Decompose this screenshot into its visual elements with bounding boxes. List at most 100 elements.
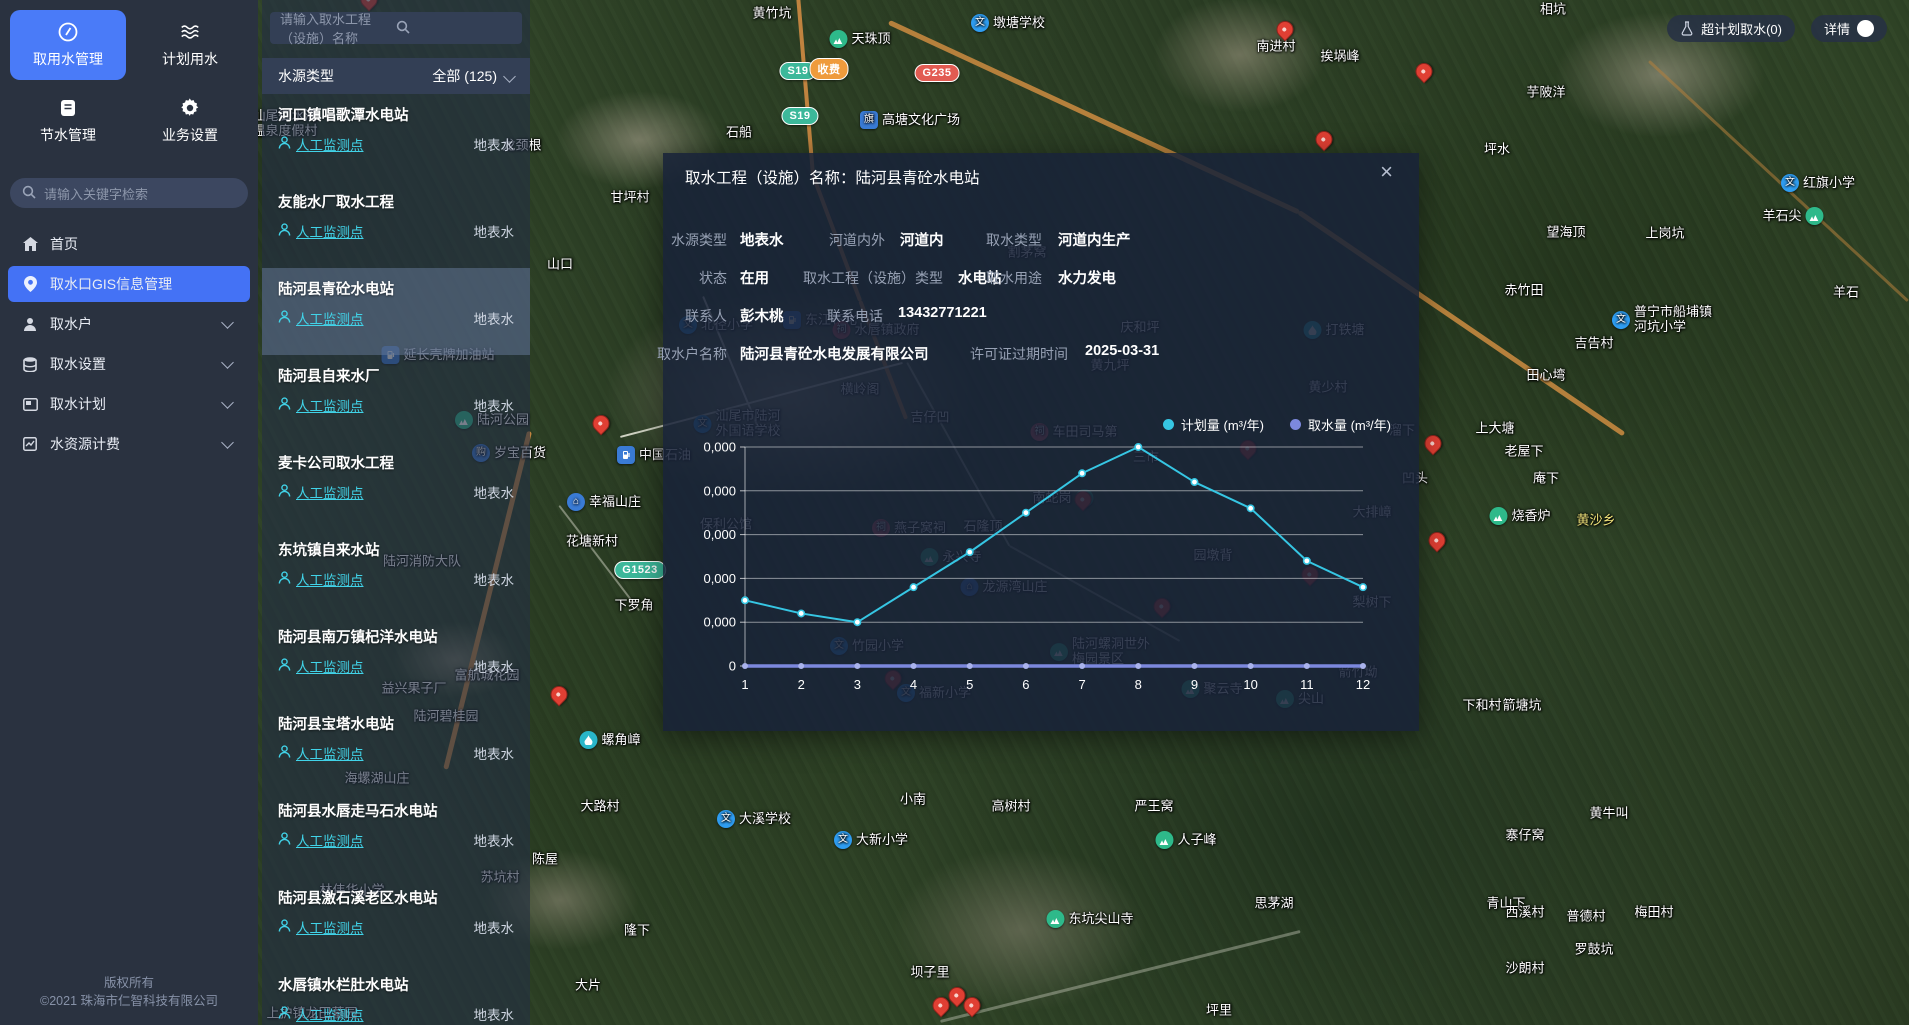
module-tile-label: 节水管理: [40, 125, 96, 145]
map-place-label: 相坑: [1540, 3, 1566, 18]
station-list-item[interactable]: 陆河县宝塔水电站 人工监测点 地表水: [262, 703, 530, 790]
station-list-item[interactable]: 河口镇唱歌潭水电站 人工监测点 地表水: [262, 94, 530, 181]
sidebar-item-label: 首页: [50, 234, 78, 254]
water-source-type: 地表水: [474, 134, 515, 154]
map-label-text: 小南: [900, 793, 926, 808]
water-poi-icon[interactable]: [579, 731, 597, 749]
station-name: 东坑镇自来水站: [278, 539, 514, 560]
person-icon: [278, 832, 291, 848]
station-search-input[interactable]: 请输入取水工程（设施）名称: [270, 12, 522, 44]
station-list-item[interactable]: 陆河县青砼水电站 人工监测点 地表水: [262, 268, 530, 355]
sidebar-item-3[interactable]: 取水设置: [8, 346, 250, 382]
culture-poi-icon[interactable]: 旗: [860, 111, 878, 129]
manual-monitor-link[interactable]: 人工监测点: [278, 656, 364, 676]
school-pin-icon[interactable]: 文: [834, 831, 852, 849]
manual-monitor-link[interactable]: 人工监测点: [278, 308, 364, 328]
legend-item[interactable]: 取水量 (m³/年): [1290, 415, 1391, 434]
svg-text:12: 12: [1356, 677, 1370, 692]
blue-poi-icon[interactable]: ⌂: [567, 493, 585, 511]
field-value: 河道内生产: [1058, 229, 1131, 250]
sidebar-item-4[interactable]: 取水计划: [8, 386, 250, 422]
sidebar-item-1[interactable]: 取水口GIS信息管理: [8, 266, 250, 302]
chevron-down-icon: [221, 436, 234, 449]
nature-poi-icon[interactable]: [1155, 831, 1173, 849]
map-place-label: 庵下: [1533, 472, 1559, 487]
map-label-text: 羊石: [1833, 286, 1859, 301]
sidebar-search-input[interactable]: 请输入关键字检索: [10, 178, 248, 208]
filter-dropdown[interactable]: 全部 (125): [432, 66, 514, 86]
module-tile-3[interactable]: 业务设置: [132, 86, 248, 156]
module-tile-2[interactable]: 节水管理: [10, 86, 126, 156]
sidebar-item-2[interactable]: 取水户: [8, 306, 250, 342]
water-source-type: 地表水: [474, 395, 515, 415]
over-plan-label: 超计划取水(0): [1701, 19, 1782, 38]
school-pin-icon[interactable]: 文: [1781, 174, 1799, 192]
legend-item[interactable]: 计划量 (m³/年): [1163, 415, 1264, 434]
map-place-label: 田心塆: [1526, 369, 1565, 384]
field-label: 取水户名称: [657, 344, 727, 364]
field-label: 状态: [699, 268, 727, 288]
field-label: 许可证过期时间: [970, 344, 1068, 364]
map-label-text: 寨仔窝: [1505, 829, 1544, 844]
manual-monitor-link[interactable]: 人工监测点: [278, 830, 364, 850]
svg-text:9: 9: [1191, 677, 1198, 692]
map-place-label: 思茅湖: [1254, 897, 1293, 912]
station-list-item[interactable]: 东坑镇自来水站 人工监测点 地表水: [262, 529, 530, 616]
module-tile-0[interactable]: 取用水管理: [10, 10, 126, 80]
station-list-item[interactable]: 陆河县南万镇杞洋水电站 人工监测点 地表水: [262, 616, 530, 703]
station-list-item[interactable]: 陆河县水唇走马石水电站 人工监测点 地表水: [262, 790, 530, 877]
nature-poi-icon[interactable]: [1489, 507, 1507, 525]
gas-poi-icon[interactable]: [617, 446, 635, 464]
map-label-text: 下罗角: [614, 599, 653, 614]
manual-monitor-link[interactable]: 人工监测点: [278, 917, 364, 937]
nature-poi-icon[interactable]: [1806, 207, 1824, 225]
map-label-text: 沙朗村: [1505, 962, 1544, 977]
school-pin-icon[interactable]: 文: [971, 14, 989, 32]
map-label-text: 田心塆: [1526, 369, 1565, 384]
map-place-label: 东坑尖山寺: [1046, 910, 1133, 928]
module-tile-1[interactable]: 计划用水: [132, 10, 248, 80]
manual-monitor-link[interactable]: 人工监测点: [278, 1004, 364, 1024]
station-list-item[interactable]: 麦卡公司取水工程 人工监测点 地表水: [262, 442, 530, 529]
document-icon: [57, 97, 79, 119]
sidebar-item-5[interactable]: 水资源计费: [8, 426, 250, 462]
manual-monitor-link[interactable]: 人工监测点: [278, 743, 364, 763]
station-list-item[interactable]: 陆河县自来水厂 人工监测点 地表水: [262, 355, 530, 442]
station-list-item[interactable]: 水唇镇水栏肚水电站 人工监测点 地表水: [262, 964, 530, 1025]
map-place-label: 高树村: [991, 800, 1030, 815]
over-plan-water-button[interactable]: 超计划取水(0): [1667, 15, 1795, 42]
person-icon: [278, 136, 291, 152]
nature-poi-icon[interactable]: [1046, 910, 1064, 928]
search-icon: [396, 20, 512, 37]
map-place-label: 黄牛叫: [1589, 807, 1628, 822]
waves-icon: [179, 21, 201, 43]
legend-dot-icon: [1290, 419, 1301, 430]
road-badge: 收费: [810, 58, 849, 80]
map-label-text: 罗鼓坑: [1574, 943, 1613, 958]
map-place-label: 烧香炉: [1489, 507, 1550, 525]
sidebar-item-0[interactable]: 首页: [8, 226, 250, 262]
detail-toggle[interactable]: 详情: [1811, 15, 1887, 42]
map-label-text: 黄竹坑: [752, 7, 791, 22]
map-place-label: 螺角嶂: [579, 731, 640, 749]
station-list-item[interactable]: 友能水厂取水工程 人工监测点 地表水: [262, 181, 530, 268]
map-place-label: 下和村: [1462, 699, 1501, 714]
map-label-text: 坪里: [1206, 1004, 1232, 1019]
manual-monitor-link[interactable]: 人工监测点: [278, 395, 364, 415]
school-pin-icon[interactable]: 文: [1612, 311, 1630, 329]
field-value: 13432771221: [898, 305, 987, 321]
close-icon[interactable]: ×: [1380, 161, 1393, 183]
svg-text:2,000,000: 2,000,000: [703, 571, 736, 586]
map-place-label: 文普宁市船埔镇 河坑小学: [1612, 305, 1712, 335]
manual-monitor-link[interactable]: 人工监测点: [278, 569, 364, 589]
manual-monitor-link[interactable]: 人工监测点: [278, 221, 364, 241]
nature-poi-icon[interactable]: [829, 30, 847, 48]
map-label-text: 墩塘学校: [993, 16, 1045, 31]
manual-monitor-link[interactable]: 人工监测点: [278, 482, 364, 502]
school-pin-icon[interactable]: 文: [717, 810, 735, 828]
station-list-item[interactable]: 陆河县激石溪老区水电站 人工监测点 地表水: [262, 877, 530, 964]
sidebar-search-placeholder: 请输入关键字检索: [44, 184, 148, 203]
manual-monitor-link[interactable]: 人工监测点: [278, 134, 364, 154]
map-label-text: 坝子里: [910, 966, 949, 981]
water-source-type: 地表水: [474, 656, 515, 676]
